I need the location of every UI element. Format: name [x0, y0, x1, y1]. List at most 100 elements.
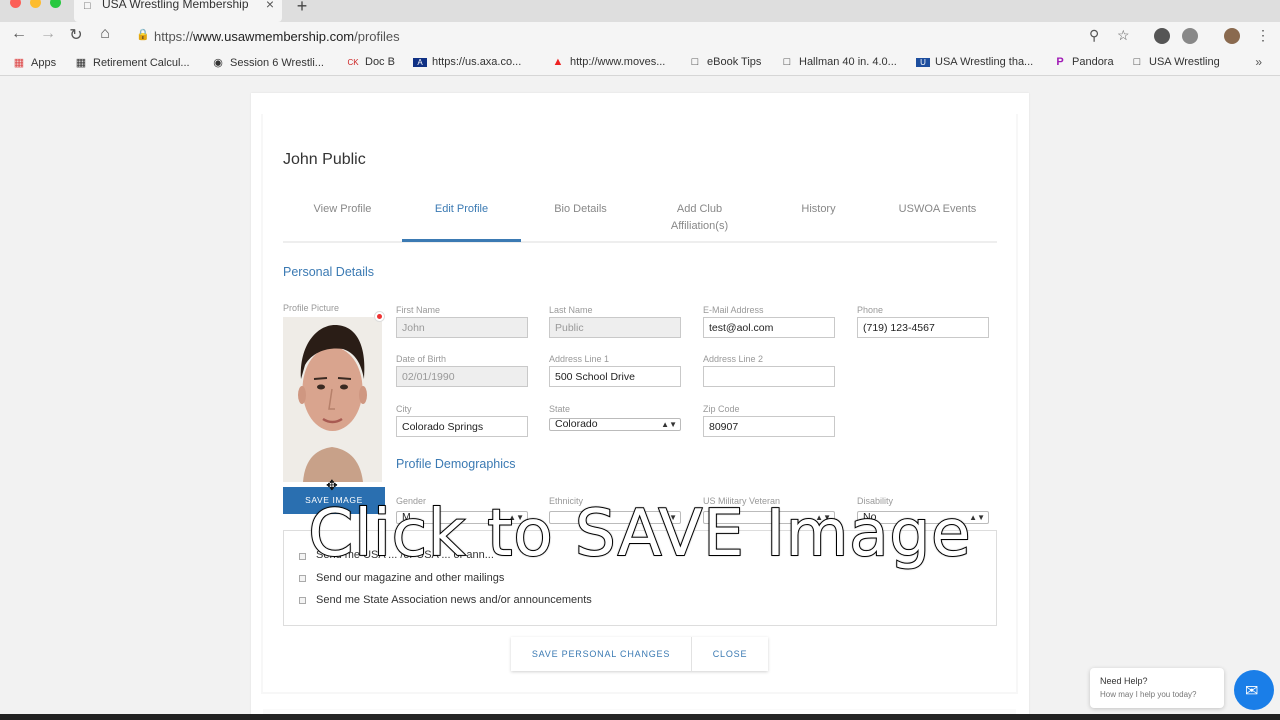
lock-icon: 🔒 [136, 29, 150, 41]
zip-field[interactable] [703, 416, 835, 437]
maximize-window-button[interactable] [50, 0, 61, 8]
tab-history[interactable]: History [759, 201, 878, 218]
bottom-bar [0, 714, 1280, 720]
help-subtitle: How may I help you today? [1100, 690, 1197, 699]
state-news-label: Send me State Association news and/or an… [316, 594, 592, 606]
state-select[interactable]: Colorado ▲▼ [549, 418, 681, 431]
close-window-button[interactable] [10, 0, 21, 8]
action-buttons: SAVE PERSONAL CHANGES CLOSE [511, 637, 768, 671]
phone-field[interactable] [857, 317, 989, 338]
url-host: www.usawmembership.com [193, 29, 355, 44]
document-icon: □ [1133, 56, 1141, 68]
address1-field[interactable] [549, 366, 681, 387]
bookmark-label: Apps [31, 57, 57, 69]
bookmark-label: USA Wrestling [1149, 56, 1220, 68]
bookmark-item[interactable]: □ USA Wrestling [1130, 56, 1220, 68]
bookmark-star-icon[interactable]: ☆ [1117, 27, 1130, 44]
select-arrows-icon: ▲▼ [661, 420, 677, 429]
browser-tab-bar: □ USA Wrestling Membership × + [0, 0, 1280, 22]
profile-avatar[interactable] [1224, 28, 1240, 44]
url-text: https://www.usawmembership.com/profiles [154, 29, 400, 44]
profile-demographics-title: Profile Demographics [396, 457, 516, 471]
cbk-icon: CK [347, 58, 359, 67]
home-icon[interactable]: ⌂ [95, 25, 115, 43]
zoom-icon[interactable]: ⚲ [1089, 27, 1099, 44]
state-news-checkbox[interactable] [299, 597, 306, 604]
url-field[interactable]: 🔒 https://www.usawmembership.com/profile… [128, 24, 1144, 48]
reload-icon[interactable]: ↻ [66, 25, 86, 45]
city-label: City [396, 404, 412, 414]
magazine-checkbox[interactable] [299, 575, 306, 582]
help-bubble[interactable]: Need Help? How may I help you today? [1090, 668, 1224, 708]
moves-icon: ▲ [552, 56, 564, 68]
bookmark-item[interactable]: ▦ Retirement Calcul... [74, 56, 190, 69]
state-label: State [549, 404, 571, 414]
bookmark-item[interactable]: CK Doc B [346, 56, 395, 68]
first-name-label: First Name [396, 305, 441, 315]
wrestling-icon: ◉ [213, 57, 223, 69]
chat-button[interactable]: ✉ [1234, 670, 1274, 710]
browser-tab[interactable]: □ USA Wrestling Membership × [74, 0, 282, 22]
tab-uswoa-events[interactable]: USWOA Events [878, 201, 997, 218]
bookmark-label: eBook Tips [707, 56, 762, 68]
last-name-label: Last Name [549, 305, 593, 315]
page-body: John Public View Profile Edit Profile Bi… [0, 77, 1280, 720]
menu-icon[interactable]: ⋮ [1256, 27, 1270, 44]
close-tab-icon[interactable]: × [266, 0, 274, 12]
address1-label: Address Line 1 [549, 354, 610, 364]
bookmark-label: Retirement Calcul... [93, 57, 190, 69]
bookmark-item[interactable]: P Pandora [1053, 56, 1114, 68]
address2-field[interactable] [703, 366, 835, 387]
tab-bio-details[interactable]: Bio Details [521, 201, 640, 218]
state-value: Colorado [555, 418, 598, 430]
email-label: E-Mail Address [703, 305, 764, 315]
bookmark-item[interactable]: Ahttps://us.axa.co... [413, 56, 521, 68]
address2-label: Address Line 2 [703, 354, 764, 364]
bookmarks-bar: ▦ Apps ▦ Retirement Calcul... ◉ Session 6 W… [0, 50, 1280, 76]
apps-grid-icon: ▦ [13, 57, 25, 69]
bookmark-apps[interactable]: ▦ Apps [12, 56, 56, 69]
bookmark-item[interactable]: □ eBook Tips [688, 56, 762, 68]
bookmark-label: http://www.moves... [570, 56, 666, 68]
document-icon: □ [691, 56, 699, 68]
help-title: Need Help? [1100, 676, 1148, 686]
remove-photo-icon[interactable] [374, 311, 385, 322]
more-bookmarks-icon[interactable]: » [1255, 55, 1262, 69]
move-cursor-icon: ✥ [326, 477, 338, 493]
close-button[interactable]: CLOSE [692, 637, 768, 671]
new-tab-button[interactable]: + [290, 0, 314, 18]
bookmark-item[interactable]: ◉ Session 6 Wrestli... [211, 56, 324, 69]
bookmark-item[interactable]: □ Hallman 40 in. 4.0... [780, 56, 897, 68]
profile-photo-image [283, 317, 382, 482]
axa-icon: A [413, 58, 427, 67]
zip-label: Zip Code [703, 404, 740, 414]
bookmark-label: USA Wrestling tha... [935, 56, 1034, 68]
dob-field[interactable] [396, 366, 528, 387]
calculator-icon: ▦ [75, 57, 87, 69]
extension-icon[interactable] [1182, 28, 1198, 44]
magazine-label: Send our magazine and other mailings [316, 572, 505, 584]
tab-title: USA Wrestling Membership [102, 0, 249, 11]
tab-add-club-affiliation[interactable]: Add Club Affiliation(s) [640, 201, 759, 235]
dob-label: Date of Birth [396, 354, 447, 364]
tab-edit-profile[interactable]: Edit Profile [402, 201, 521, 218]
minimize-window-button[interactable] [30, 0, 41, 8]
url-prefix: https:// [154, 29, 194, 44]
address-bar: ← → ↻ ⌂ 🔒 https://www.usawmembership.com… [0, 22, 1280, 50]
first-name-field[interactable] [396, 317, 528, 338]
tutorial-caption: Click to SAVE Image [308, 496, 972, 572]
last-name-field[interactable] [549, 317, 681, 338]
email-field[interactable] [703, 317, 835, 338]
forward-icon[interactable]: → [38, 25, 58, 43]
profile-picture[interactable] [283, 317, 382, 482]
bookmark-label: Pandora [1072, 56, 1114, 68]
bookmark-label: Doc B [365, 56, 395, 68]
back-icon[interactable]: ← [9, 25, 29, 43]
city-field[interactable] [396, 416, 528, 437]
usaw-icon: U [916, 58, 930, 67]
save-personal-changes-button[interactable]: SAVE PERSONAL CHANGES [511, 637, 691, 671]
tab-view-profile[interactable]: View Profile [283, 201, 402, 218]
bookmark-item[interactable]: ▲ http://www.moves... [551, 56, 666, 68]
bookmark-item[interactable]: U USA Wrestling tha... [916, 56, 1033, 68]
extension-icon[interactable] [1154, 28, 1170, 44]
